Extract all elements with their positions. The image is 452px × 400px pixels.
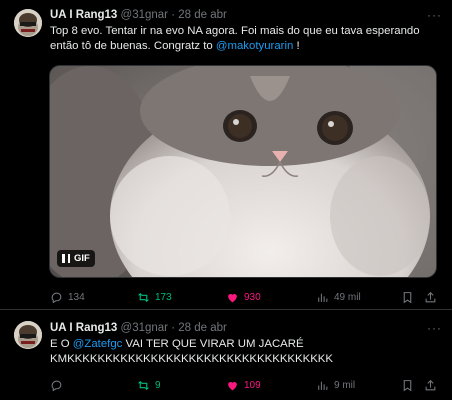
like-count: 930	[244, 291, 261, 303]
like-button[interactable]: 930	[226, 289, 261, 305]
retweet-count: 9	[155, 379, 161, 391]
tweet[interactable]: UA I Rang13 @31gnar · 28 de abr ··· Top …	[0, 0, 452, 310]
avatar[interactable]	[14, 9, 42, 37]
bookmark-button[interactable]	[401, 377, 414, 393]
bookmark-icon	[403, 379, 412, 391]
tweet-header: UA I Rang13 @31gnar · 28 de abr ···	[50, 320, 442, 336]
views-button[interactable]: 49 mil	[316, 289, 361, 305]
avatar[interactable]	[14, 321, 42, 349]
like-button[interactable]: 109	[226, 377, 261, 393]
cat-gif-image	[50, 66, 436, 277]
tweet-text: E O @Zatefgc VAI TER QUE VIRAR UM JACARÉ…	[50, 337, 440, 367]
author-name[interactable]: UA I Rang13	[50, 9, 117, 21]
gif-label: GIF	[74, 253, 90, 264]
heart-icon	[228, 381, 237, 390]
views-chart-icon	[318, 381, 328, 390]
mention-link[interactable]: @makotyurarin	[216, 40, 293, 52]
tweet[interactable]: UA I Rang13 @31gnar · 28 de abr ··· E O …	[0, 311, 452, 400]
mention-link[interactable]: @Zatefgc	[73, 338, 123, 350]
reply-icon	[51, 292, 62, 303]
gif-media[interactable]: GIF	[49, 65, 437, 278]
retweet-count: 173	[155, 291, 172, 303]
retweet-button[interactable]: 9	[137, 377, 161, 393]
share-icon	[425, 291, 436, 302]
more-options-icon[interactable]: ···	[427, 7, 442, 23]
tweet-text-part: !	[293, 40, 300, 52]
tweet-text-part: E O	[50, 338, 73, 350]
timestamp[interactable]: 28 de abr	[178, 322, 227, 334]
separator: ·	[171, 9, 176, 21]
author-handle[interactable]: @31gnar	[121, 9, 168, 21]
author-handle[interactable]: @31gnar	[121, 322, 168, 334]
tweet-text: Top 8 evo. Tentar ir na evo NA agora. Fo…	[50, 24, 440, 54]
views-chart-icon	[318, 293, 328, 302]
separator: ·	[171, 322, 176, 334]
gif-badge[interactable]: GIF	[57, 250, 95, 267]
tweet-actions: 9 109 9 mil	[50, 377, 440, 393]
timestamp[interactable]: 28 de abr	[178, 9, 227, 21]
heart-icon	[228, 293, 237, 302]
author-name[interactable]: UA I Rang13	[50, 322, 117, 334]
reply-icon	[51, 380, 62, 391]
share-button[interactable]	[424, 377, 437, 393]
tweet-header: UA I Rang13 @31gnar · 28 de abr ···	[50, 7, 442, 23]
share-button[interactable]	[424, 289, 437, 305]
share-icon	[425, 379, 436, 390]
tweet-actions: 134 173 930 49 mil	[50, 289, 440, 305]
views-button[interactable]: 9 mil	[316, 377, 355, 393]
bookmark-button[interactable]	[401, 289, 414, 305]
more-options-icon[interactable]: ···	[427, 320, 442, 336]
pause-icon	[62, 254, 70, 263]
reply-button[interactable]: 134	[50, 289, 85, 305]
bookmark-icon	[403, 291, 412, 303]
retweet-icon	[138, 380, 149, 390]
retweet-icon	[138, 292, 149, 302]
retweet-button[interactable]: 173	[137, 289, 172, 305]
views-count: 9 mil	[334, 379, 356, 391]
views-count: 49 mil	[334, 291, 361, 303]
reply-button[interactable]	[50, 377, 68, 393]
like-count: 109	[244, 379, 261, 391]
reply-count: 134	[68, 291, 85, 303]
